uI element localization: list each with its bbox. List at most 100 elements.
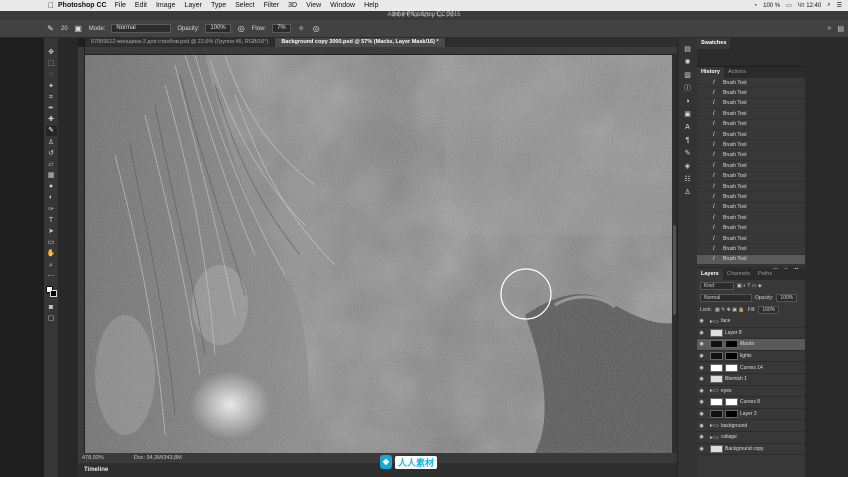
tab-history[interactable]: History (697, 67, 724, 78)
search-icon[interactable]: ⌕ (827, 25, 831, 33)
pressure-opacity-icon[interactable]: ◎ (237, 24, 246, 33)
folder-icon[interactable]: ▸▭ (710, 387, 719, 394)
layer-opacity-field[interactable]: 100% (776, 294, 798, 302)
marquee-tool-icon[interactable]: ⬚ (46, 59, 57, 69)
history-item[interactable]: / Brush Tool (697, 223, 805, 234)
brush-size-label[interactable]: 20 (61, 26, 68, 32)
layer-mask-thumbnail[interactable] (725, 352, 738, 361)
zoom-tool-icon[interactable]: ⌕ (46, 261, 57, 271)
menu-select[interactable]: Select (235, 2, 254, 9)
fill-field[interactable]: 100% (758, 306, 780, 314)
layer-row[interactable]: ◉ Background copy (697, 444, 805, 456)
quick-select-tool-icon[interactable]: ✦ (46, 82, 57, 92)
lasso-tool-icon[interactable]: ◌ (46, 70, 57, 80)
path-select-tool-icon[interactable]: ➤ (46, 227, 57, 237)
history-item[interactable]: / Brush Tool (697, 88, 805, 99)
eye-icon[interactable]: ◉ (697, 446, 706, 452)
screen-mode-icon[interactable]: ▢ (46, 314, 57, 324)
menu-layer[interactable]: Layer (184, 2, 202, 9)
clone-stamp-tool-icon[interactable]: ♙ (46, 138, 57, 148)
history-item[interactable]: / Brush Tool (697, 192, 805, 203)
opacity-field[interactable]: 100% (205, 24, 231, 33)
menu-list-icon[interactable]: ☰ (837, 2, 842, 9)
pen-tool-icon[interactable]: ✑ (46, 205, 57, 215)
tab-document-1[interactable]: 67069612-женщина-3 для стиобов.psd @ 22,… (85, 38, 276, 47)
layer-row[interactable]: ◉ ▸▭ collage (697, 432, 805, 444)
layer-mask-thumbnail[interactable] (725, 363, 738, 372)
layer-row[interactable]: ◉ ▸▭ face (697, 316, 805, 328)
layer-thumbnail[interactable] (710, 340, 723, 349)
brush-panel-icon[interactable]: ▣ (74, 24, 83, 33)
layer-mask-thumbnail[interactable] (725, 410, 738, 419)
quick-mask-icon[interactable]: ◙ (46, 303, 57, 313)
eye-icon[interactable]: ◉ (697, 330, 706, 336)
blur-tool-icon[interactable]: ● (46, 182, 57, 192)
history-item[interactable]: / Brush Tool (697, 120, 805, 130)
folder-icon[interactable]: ▸▭ (710, 434, 719, 441)
tab-layers[interactable]: Layers (697, 269, 723, 280)
hand-tool-icon[interactable]: ✋ (46, 249, 57, 259)
menu-file[interactable]: File (115, 2, 126, 9)
folder-icon[interactable]: ▸▭ (710, 422, 719, 429)
crop-tool-icon[interactable]: ⌗ (46, 93, 57, 103)
move-tool-icon[interactable]: ✥ (46, 48, 57, 58)
type-tool-icon[interactable]: T (46, 216, 57, 226)
clock-label[interactable]: Чт 12:40 (798, 3, 821, 9)
eye-icon[interactable]: ◉ (697, 434, 706, 440)
eye-icon[interactable]: ◉ (697, 399, 706, 405)
healing-tool-icon[interactable]: ✚ (46, 115, 57, 125)
more-tools-icon[interactable]: ⋯ (46, 272, 57, 282)
apple-icon[interactable]:  (44, 1, 58, 10)
eye-icon[interactable]: ◉ (697, 376, 706, 382)
3d-icon[interactable]: ◈ (683, 163, 693, 171)
layer-row[interactable]: ◉ Curves 14 (697, 362, 805, 374)
menu-view[interactable]: View (306, 2, 321, 9)
menu-edit[interactable]: Edit (135, 2, 147, 9)
layer-thumbnail[interactable] (710, 444, 723, 453)
history-item[interactable]: / Brush Tool (697, 78, 805, 89)
eye-icon[interactable]: ◉ (697, 318, 706, 324)
clone-source-icon[interactable]: ♙ (683, 189, 693, 197)
history-item[interactable]: / Brush Tool (697, 182, 805, 193)
info-icon[interactable]: ⓘ (683, 85, 693, 93)
layer-row[interactable]: ◉ Macks (697, 339, 805, 351)
lock-icons[interactable]: ▦ ✎ ✥ ▣ 🔒 (715, 307, 745, 313)
layer-row[interactable]: ◉ Layer 8 (697, 328, 805, 340)
history-item[interactable]: / Brush Tool (697, 109, 805, 120)
background-color[interactable] (49, 289, 57, 297)
layer-mask-thumbnail[interactable] (725, 340, 738, 349)
color-swatches[interactable] (45, 285, 57, 298)
history-item[interactable]: / Brush Tool (697, 130, 805, 141)
layer-thumbnail[interactable] (710, 375, 723, 384)
brush-preset-icon[interactable]: ✎ (46, 24, 55, 33)
workspace-icon[interactable]: ▤ (837, 25, 844, 33)
menu-help[interactable]: Help (364, 2, 378, 9)
eye-icon[interactable]: ◉ (697, 353, 706, 359)
eye-icon[interactable]: ◉ (697, 341, 706, 347)
brushes-icon[interactable]: ✎ (683, 150, 693, 158)
timeline-panel-header[interactable]: Timeline (78, 463, 677, 477)
menu-image[interactable]: Image (156, 2, 175, 9)
libraries-icon[interactable]: ▤ (683, 46, 693, 54)
history-item[interactable]: / Brush Tool (697, 140, 805, 151)
eye-icon[interactable]: ◉ (697, 365, 706, 371)
character-icon[interactable]: A (683, 124, 693, 132)
properties-icon[interactable]: ▥ (683, 72, 693, 80)
menu-3d[interactable]: 3D (288, 2, 297, 9)
layer-thumbnail[interactable] (710, 410, 723, 419)
tab-paths[interactable]: Paths (754, 269, 776, 280)
scroll-thumb[interactable] (673, 225, 676, 315)
paragraph-icon[interactable]: ¶ (683, 137, 693, 145)
navigator-icon[interactable]: ▣ (683, 111, 693, 119)
layer-thumbnail[interactable] (710, 352, 723, 361)
app-menu[interactable]: Photoshop CC (58, 2, 107, 9)
layer-thumbnail[interactable] (710, 328, 723, 337)
shape-tool-icon[interactable]: ▭ (46, 238, 57, 248)
tab-swatches[interactable]: Swatches (697, 38, 731, 49)
history-item[interactable]: / Brush Tool (697, 151, 805, 162)
layer-row[interactable]: ◉ ▸▭ background (697, 420, 805, 432)
pressure-size-icon[interactable]: ◎ (312, 24, 321, 33)
eye-icon[interactable]: ◉ (697, 423, 706, 429)
history-brush-tool-icon[interactable]: ↺ (46, 149, 57, 159)
folder-icon[interactable]: ▸▭ (710, 318, 719, 325)
